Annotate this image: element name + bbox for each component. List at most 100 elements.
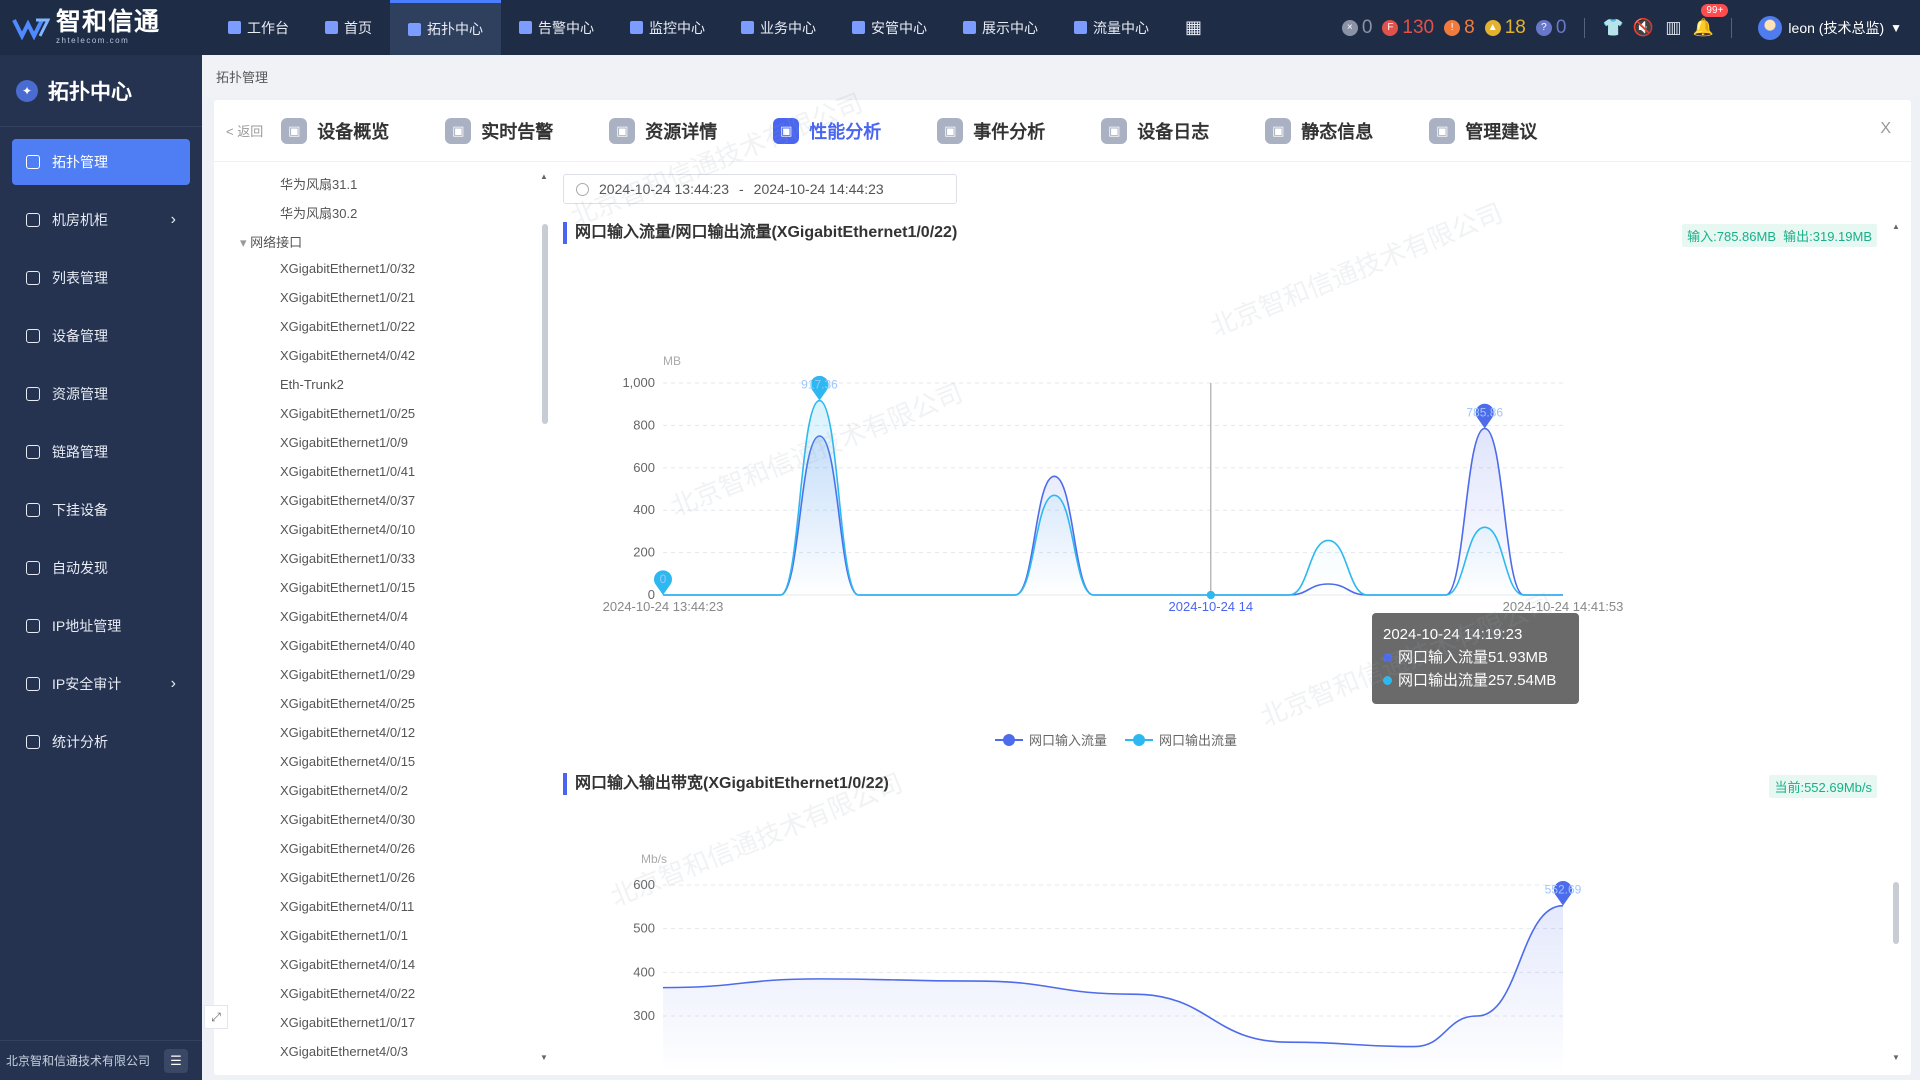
tree-node[interactable]: XGigabitEthernet4/0/40	[280, 638, 415, 653]
layout-icon[interactable]: ▥	[1663, 18, 1683, 38]
tree-node[interactable]: XGigabitEthernet1/0/26	[280, 870, 415, 885]
sidebar-item-6[interactable]: 下挂设备	[12, 487, 190, 533]
sidebar-item-10[interactable]: 统计分析	[12, 719, 190, 765]
bandwidth-line-chart[interactable]: Mb/s 300 400 500 600 552.69	[563, 773, 1887, 1068]
breadcrumb-item[interactable]: 拓扑管理	[216, 67, 268, 86]
tree-node[interactable]: XGigabitEthernet4/0/22	[280, 986, 415, 1001]
nav-label: 工作台	[247, 19, 289, 36]
tree-node[interactable]: XGigabitEthernet4/0/12	[280, 725, 415, 740]
tree-node[interactable]: XGigabitEthernet4/0/10	[280, 522, 415, 537]
back-button[interactable]: < 返回	[226, 121, 263, 140]
marker-label: 917.36	[801, 378, 838, 392]
max-marker: 917.36	[801, 375, 838, 401]
scroll-thumb[interactable]	[542, 224, 548, 424]
tree-node[interactable]: XGigabitEthernet4/0/15	[280, 754, 415, 769]
tree-node[interactable]: XGigabitEthernet1/0/41	[280, 464, 415, 479]
fullscreen-icon[interactable]: ⤢	[204, 1005, 228, 1029]
alarm-counter[interactable]: ! 8	[1444, 17, 1475, 39]
menu-toggle-icon[interactable]: ☰	[164, 1048, 188, 1073]
tree-node[interactable]: XGigabitEthernet4/0/2	[280, 783, 408, 798]
tree-node[interactable]: XGigabitEthernet1/0/1	[280, 928, 408, 943]
event-icon: ▣	[937, 117, 964, 144]
alarm-counter[interactable]: ? 0	[1535, 17, 1566, 39]
tree-node[interactable]: XGigabitEthernet1/0/17	[280, 1015, 415, 1030]
alarm-counter[interactable]: × 0	[1341, 17, 1372, 39]
sidebar-item-5[interactable]: 链路管理	[12, 429, 190, 475]
scroll-down-icon[interactable]: ▼	[1892, 1053, 1900, 1062]
tree-node[interactable]: XGigabitEthernet4/0/25	[280, 696, 415, 711]
nav-item-0[interactable]: 工作台	[210, 0, 307, 55]
tree-node[interactable]: Eth-Trunk2	[280, 377, 344, 392]
tab-7[interactable]: ▣ 管理建议	[1429, 117, 1537, 144]
tree-node[interactable]: XGigabitEthernet4/0/26	[280, 841, 415, 856]
tree-node[interactable]: XGigabitEthernet1/0/29	[280, 667, 415, 682]
tab-label: 设备日志	[1137, 121, 1210, 142]
sidebar-item-label: 自动发现	[52, 560, 108, 576]
nav-item-6[interactable]: 安管中心	[834, 0, 945, 55]
tree-node[interactable]: XGigabitEthernet4/0/42	[280, 348, 415, 363]
tree-node[interactable]: XGigabitEthernet1/0/33	[280, 551, 415, 566]
alarm-counter[interactable]: F 130	[1382, 17, 1434, 39]
tree-node[interactable]: XGigabitEthernet4/0/3	[280, 1044, 408, 1059]
tree-node[interactable]: 华为风扇30.2	[280, 203, 357, 222]
tab-3[interactable]: ▣ 性能分析	[773, 117, 881, 144]
tree-node[interactable]: XGigabitEthernet4/0/30	[280, 812, 415, 827]
mute-icon[interactable]: 🔇	[1633, 18, 1654, 38]
alarm-counter[interactable]: ▲ 18	[1484, 17, 1526, 39]
sidebar-item-1[interactable]: 机房机柜 ›	[12, 197, 190, 243]
content-scrollbar[interactable]: ▲ ▼	[1890, 222, 1902, 1062]
close-button[interactable]: X	[1880, 120, 1891, 138]
traffic-line-chart[interactable]: MB 0 200 400 600 800 1,000 2024-10-24 13:44:23 2…	[563, 222, 1887, 770]
nav-item-4[interactable]: 监控中心	[612, 0, 723, 55]
tree-node[interactable]: XGigabitEthernet1/0/32	[280, 261, 415, 276]
tab-1[interactable]: ▣ 实时告警	[445, 117, 553, 144]
nav-item-7[interactable]: 展示中心	[945, 0, 1056, 55]
nav-item-1[interactable]: 首页	[307, 0, 390, 55]
tree-scrollbar[interactable]: ▲ ▼	[540, 172, 550, 1062]
sidebar-item-0[interactable]: 拓扑管理	[12, 139, 190, 185]
tree-node[interactable]: XGigabitEthernet4/0/11	[280, 899, 414, 914]
tooltip-row-input: 网口输入流量51.93MB	[1383, 646, 1568, 669]
sidebar-item-3[interactable]: 设备管理	[12, 313, 190, 359]
tab-2[interactable]: ▣ 资源详情	[609, 117, 717, 144]
nav-item-2[interactable]: 拓扑中心	[390, 0, 501, 55]
sidebar-item-2[interactable]: 列表管理	[12, 255, 190, 301]
scroll-up-icon[interactable]: ▲	[540, 172, 548, 181]
tree-node[interactable]: XGigabitEthernet1/0/25	[280, 406, 415, 421]
apps-grid-icon[interactable]: ▦	[1167, 0, 1220, 55]
tree-node[interactable]: XGigabitEthernet1/0/15	[280, 580, 415, 595]
tree-node[interactable]: XGigabitEthernet1/0/9	[280, 435, 408, 450]
sidebar-item-9[interactable]: IP安全审计 ›	[12, 661, 190, 707]
tree-node[interactable]: XGigabitEthernet1/0/22	[280, 319, 415, 334]
nav-item-3[interactable]: 告警中心	[501, 0, 612, 55]
legend-item-input[interactable]: 网口输入流量	[995, 730, 1107, 749]
nav-item-5[interactable]: 业务中心	[723, 0, 834, 55]
nav-item-8[interactable]: 流量中心	[1056, 0, 1167, 55]
tree-node[interactable]: XGigabitEthernet1/0/21	[280, 290, 415, 305]
tree-node[interactable]: 华为风扇31.1	[280, 174, 357, 193]
sidebar-item-8[interactable]: IP地址管理	[12, 603, 190, 649]
tree-node[interactable]: XGigabitEthernet4/0/14	[280, 957, 415, 972]
sidebar-item-7[interactable]: 自动发现	[12, 545, 190, 591]
tree-node[interactable]: XGigabitEthernet4/0/4	[280, 609, 408, 624]
shirt-icon[interactable]: 👕	[1603, 18, 1624, 38]
tab-4[interactable]: ▣ 事件分析	[937, 117, 1045, 144]
legend-item-output[interactable]: 网口输出流量	[1125, 730, 1237, 749]
menu-item-icon	[26, 387, 40, 401]
scroll-thumb[interactable]	[1893, 882, 1899, 944]
date-range-picker[interactable]: 2024-10-24 13:44:23 - 2024-10-24 14:44:2…	[563, 174, 957, 204]
logo-domain: zhtelecom.com	[56, 36, 130, 45]
scroll-up-icon[interactable]: ▲	[1892, 222, 1900, 231]
scroll-down-icon[interactable]: ▼	[540, 1053, 548, 1062]
max-marker: 785.86	[1466, 403, 1503, 429]
sidebar-item-4[interactable]: 资源管理	[12, 371, 190, 417]
brand-logo[interactable]: 智和信通 zhtelecom.com	[0, 0, 200, 55]
bell-icon[interactable]: 🔔 99+	[1693, 3, 1729, 38]
tree-group[interactable]: ▾ 网络接口	[240, 232, 302, 251]
tab-0[interactable]: ▣ 设备概览	[281, 117, 389, 144]
user-menu[interactable]: leon (技术总监) ▼	[1758, 15, 1902, 40]
tab-5[interactable]: ▣ 设备日志	[1101, 117, 1210, 144]
notification-badge: 99+	[1701, 3, 1729, 17]
tab-6[interactable]: ▣ 静态信息	[1265, 117, 1373, 144]
tree-node[interactable]: XGigabitEthernet4/0/37	[280, 493, 415, 508]
